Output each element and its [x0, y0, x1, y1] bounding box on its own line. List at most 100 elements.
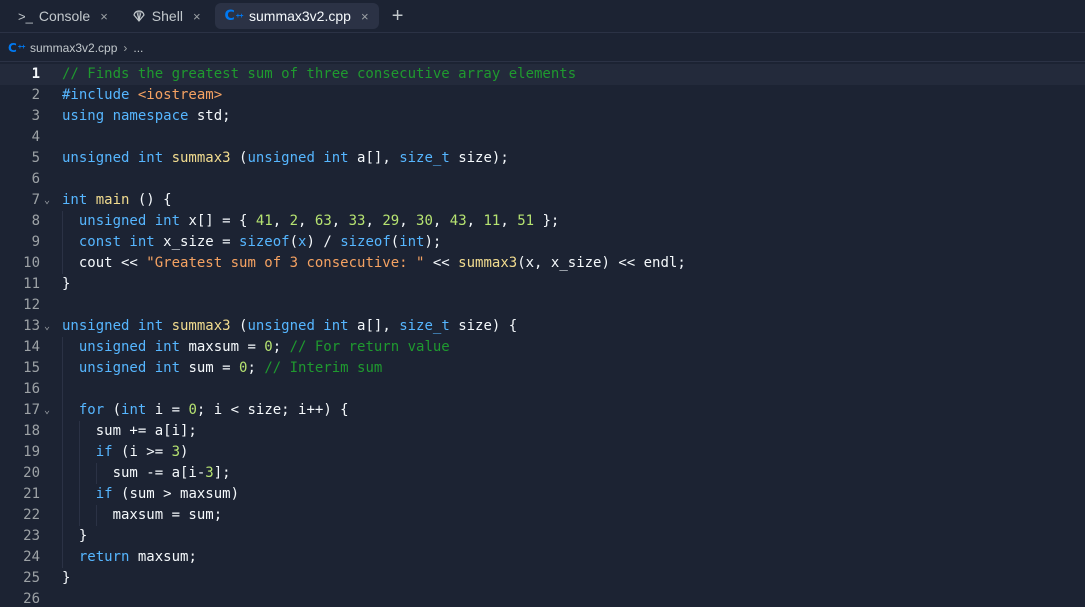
code-line[interactable]: 11}	[0, 274, 1085, 295]
line-number[interactable]: 19	[0, 442, 40, 463]
code-line[interactable]: 26	[0, 589, 1085, 607]
line-number[interactable]: 14	[0, 337, 40, 358]
code-text: #include <iostream>	[62, 85, 222, 106]
tab-console[interactable]: >_ Console ×	[8, 3, 118, 29]
fold-chevron-icon[interactable]: ⌄	[44, 400, 50, 421]
line-number[interactable]: 22	[0, 505, 40, 526]
close-icon[interactable]: ×	[361, 9, 369, 24]
code-line[interactable]: 15 unsigned int sum = 0; // Interim sum	[0, 358, 1085, 379]
fold-chevron-icon[interactable]: ⌄	[44, 190, 50, 211]
code-token: );	[424, 234, 442, 250]
code-line[interactable]: 21 if (sum > maxsum)	[0, 484, 1085, 505]
code-line[interactable]: 3 using namespace std;	[0, 106, 1085, 127]
line-number[interactable]: 8	[0, 211, 40, 232]
code-line[interactable]: 9 const int x_size = sizeof(x) / sizeof(i…	[0, 232, 1085, 253]
code-token: size);	[458, 150, 509, 166]
code-token: return	[78, 549, 138, 565]
close-icon[interactable]: ×	[193, 9, 201, 24]
code-token: int	[121, 402, 155, 418]
breadcrumb-file[interactable]: summax3v2.cpp	[30, 41, 117, 55]
cpp-file-icon: C ++	[224, 8, 244, 24]
indent-guide	[78, 421, 80, 442]
line-number[interactable]: 26	[0, 589, 40, 607]
code-text: return maxsum;	[79, 547, 197, 568]
code-line[interactable]: 24 return maxsum;	[0, 547, 1085, 568]
line-number[interactable]: 20	[0, 463, 40, 484]
code-line[interactable]: 7 ⌄ int main () {	[0, 190, 1085, 211]
line-number[interactable]: 9	[0, 232, 40, 253]
code-token: summax3	[171, 150, 231, 166]
code-token: std;	[196, 108, 231, 124]
code-line[interactable]: 19 if (i >= 3)	[0, 442, 1085, 463]
line-number[interactable]: 2	[0, 85, 40, 106]
code-token: sum -= a[i-	[112, 465, 206, 481]
code-line[interactable]: 8 unsigned int x[] = { 41, 2, 63, 33, 29,…	[0, 211, 1085, 232]
code-line[interactable]: 1 // Finds the greatest sum of three cons…	[0, 64, 1085, 85]
code-line[interactable]: 22 maxsum = sum;	[0, 505, 1085, 526]
code-line[interactable]: 4	[0, 127, 1085, 148]
code-line[interactable]: 5 unsigned int summax3 (unsigned int a[],…	[0, 148, 1085, 169]
line-number[interactable]: 10	[0, 253, 40, 274]
line-number[interactable]: 17	[0, 400, 40, 421]
code-token: 43	[449, 213, 467, 229]
line-number[interactable]: 13	[0, 316, 40, 337]
code-text: using namespace std;	[62, 106, 231, 127]
code-token: a[],	[357, 150, 400, 166]
line-number[interactable]: 21	[0, 484, 40, 505]
code-line[interactable]: 17 ⌄ for (int i = 0; i < size; i++) {	[0, 400, 1085, 421]
code-text: unsigned int summax3 (unsigned int a[], …	[62, 148, 509, 169]
code-token: unsigned int	[62, 150, 172, 166]
code-token: 41	[255, 213, 273, 229]
line-number[interactable]: 15	[0, 358, 40, 379]
line-number[interactable]: 5	[0, 148, 40, 169]
code-token: // Finds the greatest sum of three conse…	[62, 66, 577, 82]
code-token: 2	[289, 213, 299, 229]
code-token: (	[230, 318, 248, 334]
indent-guide	[78, 484, 80, 505]
code-token: 29	[382, 213, 400, 229]
code-line[interactable]: 14 unsigned int maxsum = 0; // For return…	[0, 337, 1085, 358]
line-number[interactable]: 1	[0, 64, 40, 85]
code-line[interactable]: 13 ⌄ unsigned int summax3 (unsigned int a[…	[0, 316, 1085, 337]
code-line[interactable]: 16	[0, 379, 1085, 400]
line-number[interactable]: 24	[0, 547, 40, 568]
line-number[interactable]: 12	[0, 295, 40, 316]
code-line[interactable]: 20 sum -= a[i-3];	[0, 463, 1085, 484]
line-number[interactable]: 6	[0, 169, 40, 190]
code-token: int	[399, 234, 425, 250]
code-line[interactable]: 10 cout << "Greatest sum of 3 consecutive…	[0, 253, 1085, 274]
code-token: for	[78, 402, 113, 418]
code-token: unsigned int	[247, 150, 358, 166]
code-line[interactable]: 18 sum += a[i];	[0, 421, 1085, 442]
add-tab-button[interactable]: +	[387, 6, 409, 26]
code-token: }	[62, 570, 71, 586]
indent-guide	[62, 421, 63, 442]
code-line[interactable]: 2 #include <iostream>	[0, 85, 1085, 106]
close-icon[interactable]: ×	[100, 9, 108, 24]
code-line[interactable]: 12	[0, 295, 1085, 316]
code-token: (i >=	[121, 444, 172, 460]
code-token: ;	[247, 360, 265, 376]
code-line[interactable]: 6	[0, 169, 1085, 190]
code-line[interactable]: 23}	[0, 526, 1085, 547]
code-token: }	[78, 528, 88, 544]
tab-shell[interactable]: Shell ×	[122, 3, 211, 29]
line-number[interactable]: 3	[0, 106, 40, 127]
code-token: #include	[62, 87, 138, 103]
line-number[interactable]: 11	[0, 274, 40, 295]
line-number[interactable]: 4	[0, 127, 40, 148]
tab-summax3v2-cpp[interactable]: C ++ summax3v2.cpp ×	[214, 3, 379, 29]
code-token: };	[534, 213, 560, 229]
code-editor[interactable]: 1 // Finds the greatest sum of three cons…	[0, 64, 1085, 607]
line-number[interactable]: 23	[0, 526, 40, 547]
code-token: int	[62, 192, 96, 208]
code-line[interactable]: 25}	[0, 568, 1085, 589]
line-number[interactable]: 25	[0, 568, 40, 589]
line-number[interactable]: 7	[0, 190, 40, 211]
indent-guide	[78, 442, 80, 463]
line-number[interactable]: 16	[0, 379, 40, 400]
code-token: (	[230, 150, 248, 166]
line-number[interactable]: 18	[0, 421, 40, 442]
fold-chevron-icon[interactable]: ⌄	[44, 316, 50, 337]
breadcrumb-more[interactable]: ...	[133, 41, 143, 55]
